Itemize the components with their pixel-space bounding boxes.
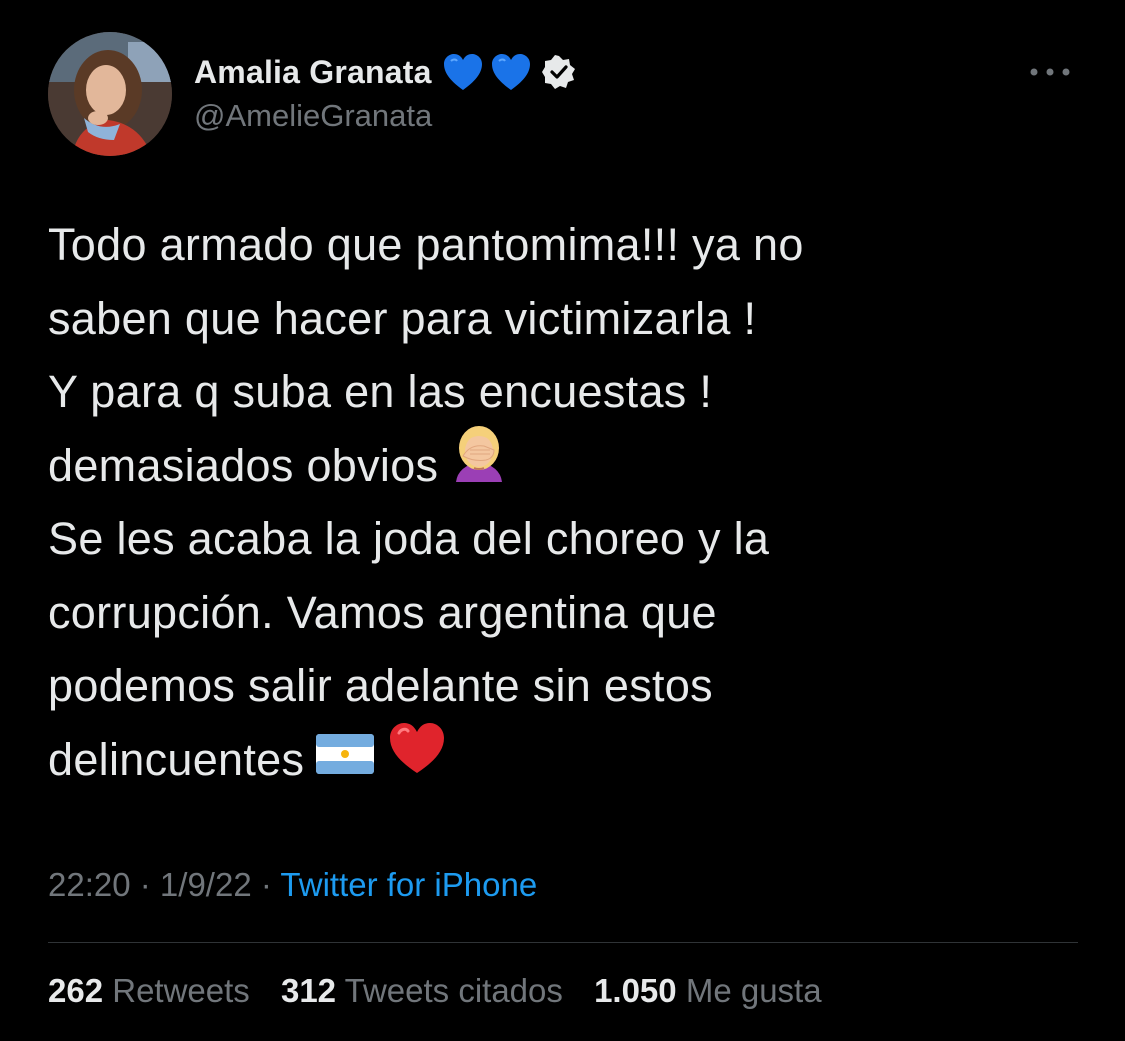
tweet-time: 22:20 [48,866,131,903]
blue-heart-icon [490,52,532,92]
quote-tweets-label: Tweets citados [344,972,563,1009]
more-options-icon[interactable] [1028,60,1072,84]
tweet-stats: 262 Retweets 312 Tweets citados 1.050 Me… [48,972,844,1010]
quote-tweets-stat[interactable]: 312 Tweets citados [281,972,563,1009]
tweet-line-text: delincuentes [48,733,305,785]
tweet-line: Y para q suba en las encuestas ! [48,355,1088,429]
tweet-line-text: demasiados obvios [48,439,439,491]
likes-count: 1.050 [594,972,677,1009]
tweet-line: podemos salir adelante sin estos [48,649,1088,723]
tweet-header: Amalia Granata @AmelieGranata [48,32,1078,156]
tweet-line: Todo armado que pantomima!!! ya no [48,208,1088,282]
retweets-label: Retweets [112,972,250,1009]
meta-separator: · [130,866,160,903]
tweet-line: Se les acaba la joda del choreo y la [48,502,1088,576]
retweets-count: 262 [48,972,104,1009]
argentina-flag-icon [316,722,375,796]
tweet-metadata: 22:20 · 1/9/22 · Twitter for iPhone [48,866,537,904]
quote-tweets-count: 312 [280,972,337,1009]
tweet-line: corrupción. Vamos argentina que [48,576,1088,650]
author-handle[interactable]: @AmelieGranata [194,98,432,134]
face-palm-icon [450,425,508,504]
tweet-line-text: Todo armado que pantomima!!! ya no [48,219,804,270]
meta-separator: · [251,866,281,903]
blue-heart-icon [442,52,484,92]
tweet-line-text: Se les acaba la joda del choreo y la [48,513,770,564]
tweet-line-text: podemos salir adelante sin estos [48,660,713,711]
likes-stat[interactable]: 1.050 Me gusta [594,972,822,1009]
red-heart-icon [388,721,446,797]
likes-label: Me gusta [685,972,822,1009]
avatar[interactable] [48,32,172,156]
tweet-line-text: saben que hacer para victimizarla ! [48,292,757,344]
tweet-date: 1/9/22 [159,866,252,903]
tweet-line-text: Y para q suba en las encuestas ! [48,366,713,417]
tweet-line: delincuentes [48,721,1088,797]
tweet-line: saben que hacer para victimizarla ! [48,282,1088,356]
divider [48,942,1078,943]
verified-badge-icon [541,55,576,89]
retweets-stat[interactable]: 262 Retweets [48,972,250,1009]
tweet-line-text: corrupción. Vamos argentina que [48,586,717,638]
tweet-line: demasiados obvios [48,425,1088,504]
author-display-name[interactable]: Amalia Granata [194,54,432,91]
author-name-row: Amalia Granata [194,50,576,94]
tweet-source-link[interactable]: Twitter for iPhone [280,866,537,903]
tweet-text: Todo armado que pantomima!!! ya no saben… [48,208,1088,796]
